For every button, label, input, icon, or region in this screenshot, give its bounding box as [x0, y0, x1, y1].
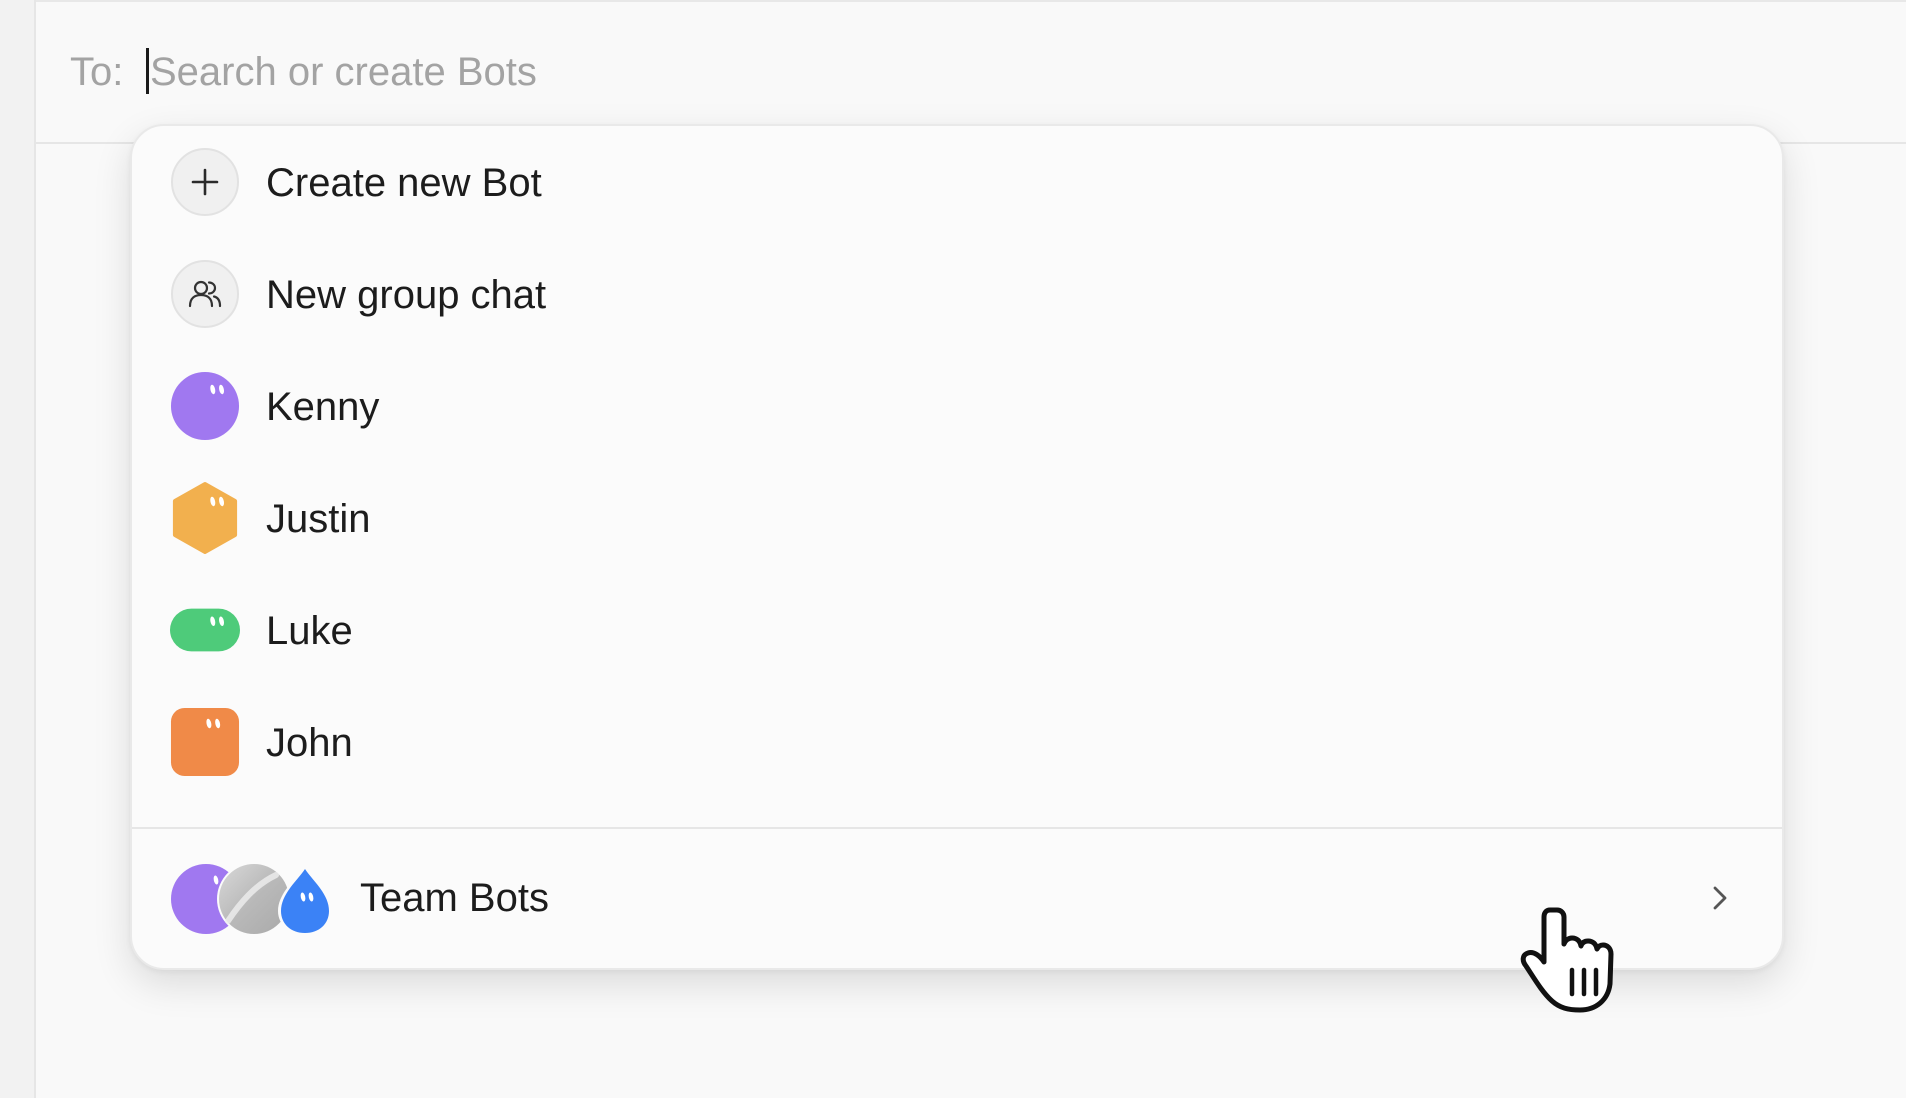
bot-item-kenny[interactable]: Kenny — [132, 350, 1782, 462]
kenny-avatar — [170, 371, 240, 441]
bot-name: Luke — [266, 609, 353, 653]
group-icon — [171, 260, 239, 328]
plus-icon — [171, 148, 239, 216]
bot-name: Kenny — [266, 385, 380, 429]
bot-name: John — [266, 721, 353, 765]
to-label: To: — [70, 50, 124, 94]
team-avatars — [170, 862, 332, 936]
bot-picker-dropdown: Create new Bot New group chat Kenny Just… — [130, 124, 1784, 970]
bot-item-john[interactable]: John — [132, 686, 1782, 798]
hand-pointer-cursor — [1520, 907, 1614, 1013]
bot-item-justin[interactable]: Justin — [132, 462, 1782, 574]
chevron-right-icon — [1713, 886, 1727, 910]
bot-item-luke[interactable]: Luke — [132, 574, 1782, 686]
bot-name: Justin — [266, 497, 371, 541]
new-group-chat-label: New group chat — [266, 273, 547, 317]
text-caret — [146, 48, 149, 94]
team-bots-label: Team Bots — [360, 876, 549, 920]
create-new-bot-label: Create new Bot — [266, 161, 542, 205]
bot-search-input[interactable] — [150, 46, 950, 98]
john-avatar — [170, 707, 240, 777]
new-group-chat-item[interactable]: New group chat — [132, 238, 1782, 350]
create-new-bot-item[interactable]: Create new Bot — [132, 126, 1782, 238]
luke-avatar — [170, 595, 240, 665]
justin-avatar — [170, 482, 240, 554]
left-rail — [0, 0, 36, 1098]
